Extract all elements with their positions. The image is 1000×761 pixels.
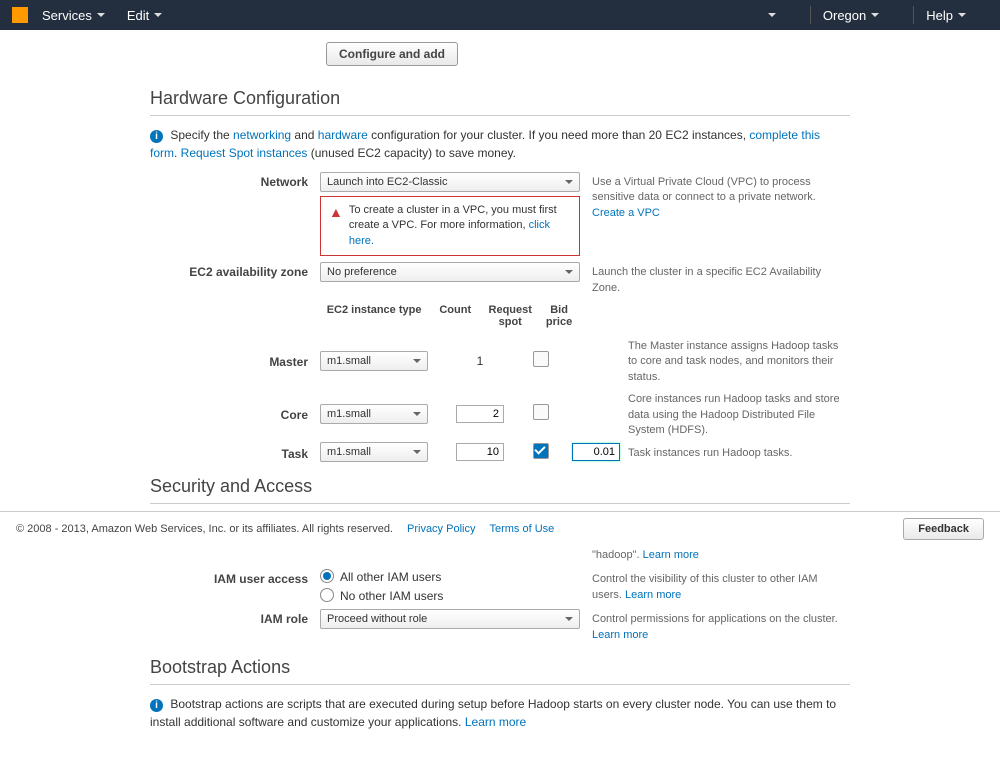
hardware-intro: i Specify the networking and hardware co… — [150, 126, 850, 162]
region-menu[interactable]: Oregon — [823, 8, 879, 23]
core-spot-checkbox[interactable] — [533, 404, 549, 420]
master-spot-checkbox[interactable] — [533, 351, 549, 367]
hardware-link[interactable]: hardware — [318, 128, 368, 142]
hardware-config-heading: Hardware Configuration — [150, 88, 850, 109]
vpc-error-box: ▲ To create a cluster in a VPC, you must… — [320, 196, 580, 256]
master-label: Master — [150, 352, 320, 369]
security-heading: Security and Access — [150, 476, 850, 497]
az-help: Launch the cluster in a specific EC2 Ava… — [580, 262, 850, 296]
services-menu[interactable]: Services — [42, 8, 105, 23]
task-bid-input[interactable] — [572, 443, 620, 461]
instance-grid-header: EC2 instance type Count Requestspot Bidp… — [320, 302, 580, 330]
top-nav: Services Edit Oregon Help — [0, 0, 1000, 30]
keypair-learn-more-link[interactable]: Learn more — [643, 549, 699, 561]
master-count: 1 — [450, 354, 510, 368]
info-icon: i — [150, 699, 163, 712]
create-vpc-link[interactable]: Create a VPC — [592, 207, 660, 219]
configure-add-button[interactable]: Configure and add — [326, 42, 458, 66]
master-help: The Master instance assigns Hadoop tasks… — [616, 336, 850, 385]
iam-no-radio[interactable] — [320, 588, 334, 602]
copyright-text: © 2008 - 2013, Amazon Web Services, Inc.… — [16, 523, 393, 535]
core-type-select[interactable]: m1.small — [320, 404, 428, 424]
iam-role-learn-more-link[interactable]: Learn more — [592, 629, 648, 641]
network-select[interactable]: Launch into EC2-Classic — [320, 172, 580, 192]
iam-role-label: IAM role — [150, 609, 320, 626]
networking-link[interactable]: networking — [233, 128, 291, 142]
terms-link[interactable]: Terms of Use — [489, 523, 554, 535]
info-icon: i — [150, 130, 163, 143]
task-type-select[interactable]: m1.small — [320, 442, 428, 462]
aws-logo-icon[interactable] — [12, 7, 28, 23]
az-label: EC2 availability zone — [150, 262, 320, 279]
bootstrap-intro: i Bootstrap actions are scripts that are… — [150, 695, 850, 731]
task-label: Task — [150, 444, 320, 461]
iam-access-label: IAM user access — [150, 569, 320, 586]
account-menu[interactable] — [763, 13, 776, 17]
edit-menu[interactable]: Edit — [127, 8, 162, 23]
request-spot-link[interactable]: Request Spot instances — [181, 146, 308, 160]
footer: © 2008 - 2013, Amazon Web Services, Inc.… — [0, 511, 1000, 546]
core-help: Core instances run Hadoop tasks and stor… — [616, 389, 850, 438]
bootstrap-learn-more-link[interactable]: Learn more — [465, 715, 526, 729]
core-label: Core — [150, 405, 320, 422]
iam-access-learn-more-link[interactable]: Learn more — [625, 589, 681, 601]
help-menu[interactable]: Help — [926, 8, 966, 23]
master-type-select[interactable]: m1.small — [320, 351, 428, 371]
core-count-input[interactable] — [456, 405, 504, 423]
feedback-button[interactable]: Feedback — [903, 518, 984, 540]
task-count-input[interactable] — [456, 443, 504, 461]
bootstrap-heading: Bootstrap Actions — [150, 657, 850, 678]
iam-all-radio[interactable] — [320, 569, 334, 583]
network-label: Network — [150, 172, 320, 189]
iam-role-select[interactable]: Proceed without role — [320, 609, 580, 629]
task-spot-checkbox[interactable] — [533, 443, 549, 459]
warning-icon: ▲ — [329, 203, 343, 223]
privacy-link[interactable]: Privacy Policy — [407, 523, 475, 535]
task-help: Task instances run Hadoop tasks. — [616, 443, 850, 461]
az-select[interactable]: No preference — [320, 262, 580, 282]
